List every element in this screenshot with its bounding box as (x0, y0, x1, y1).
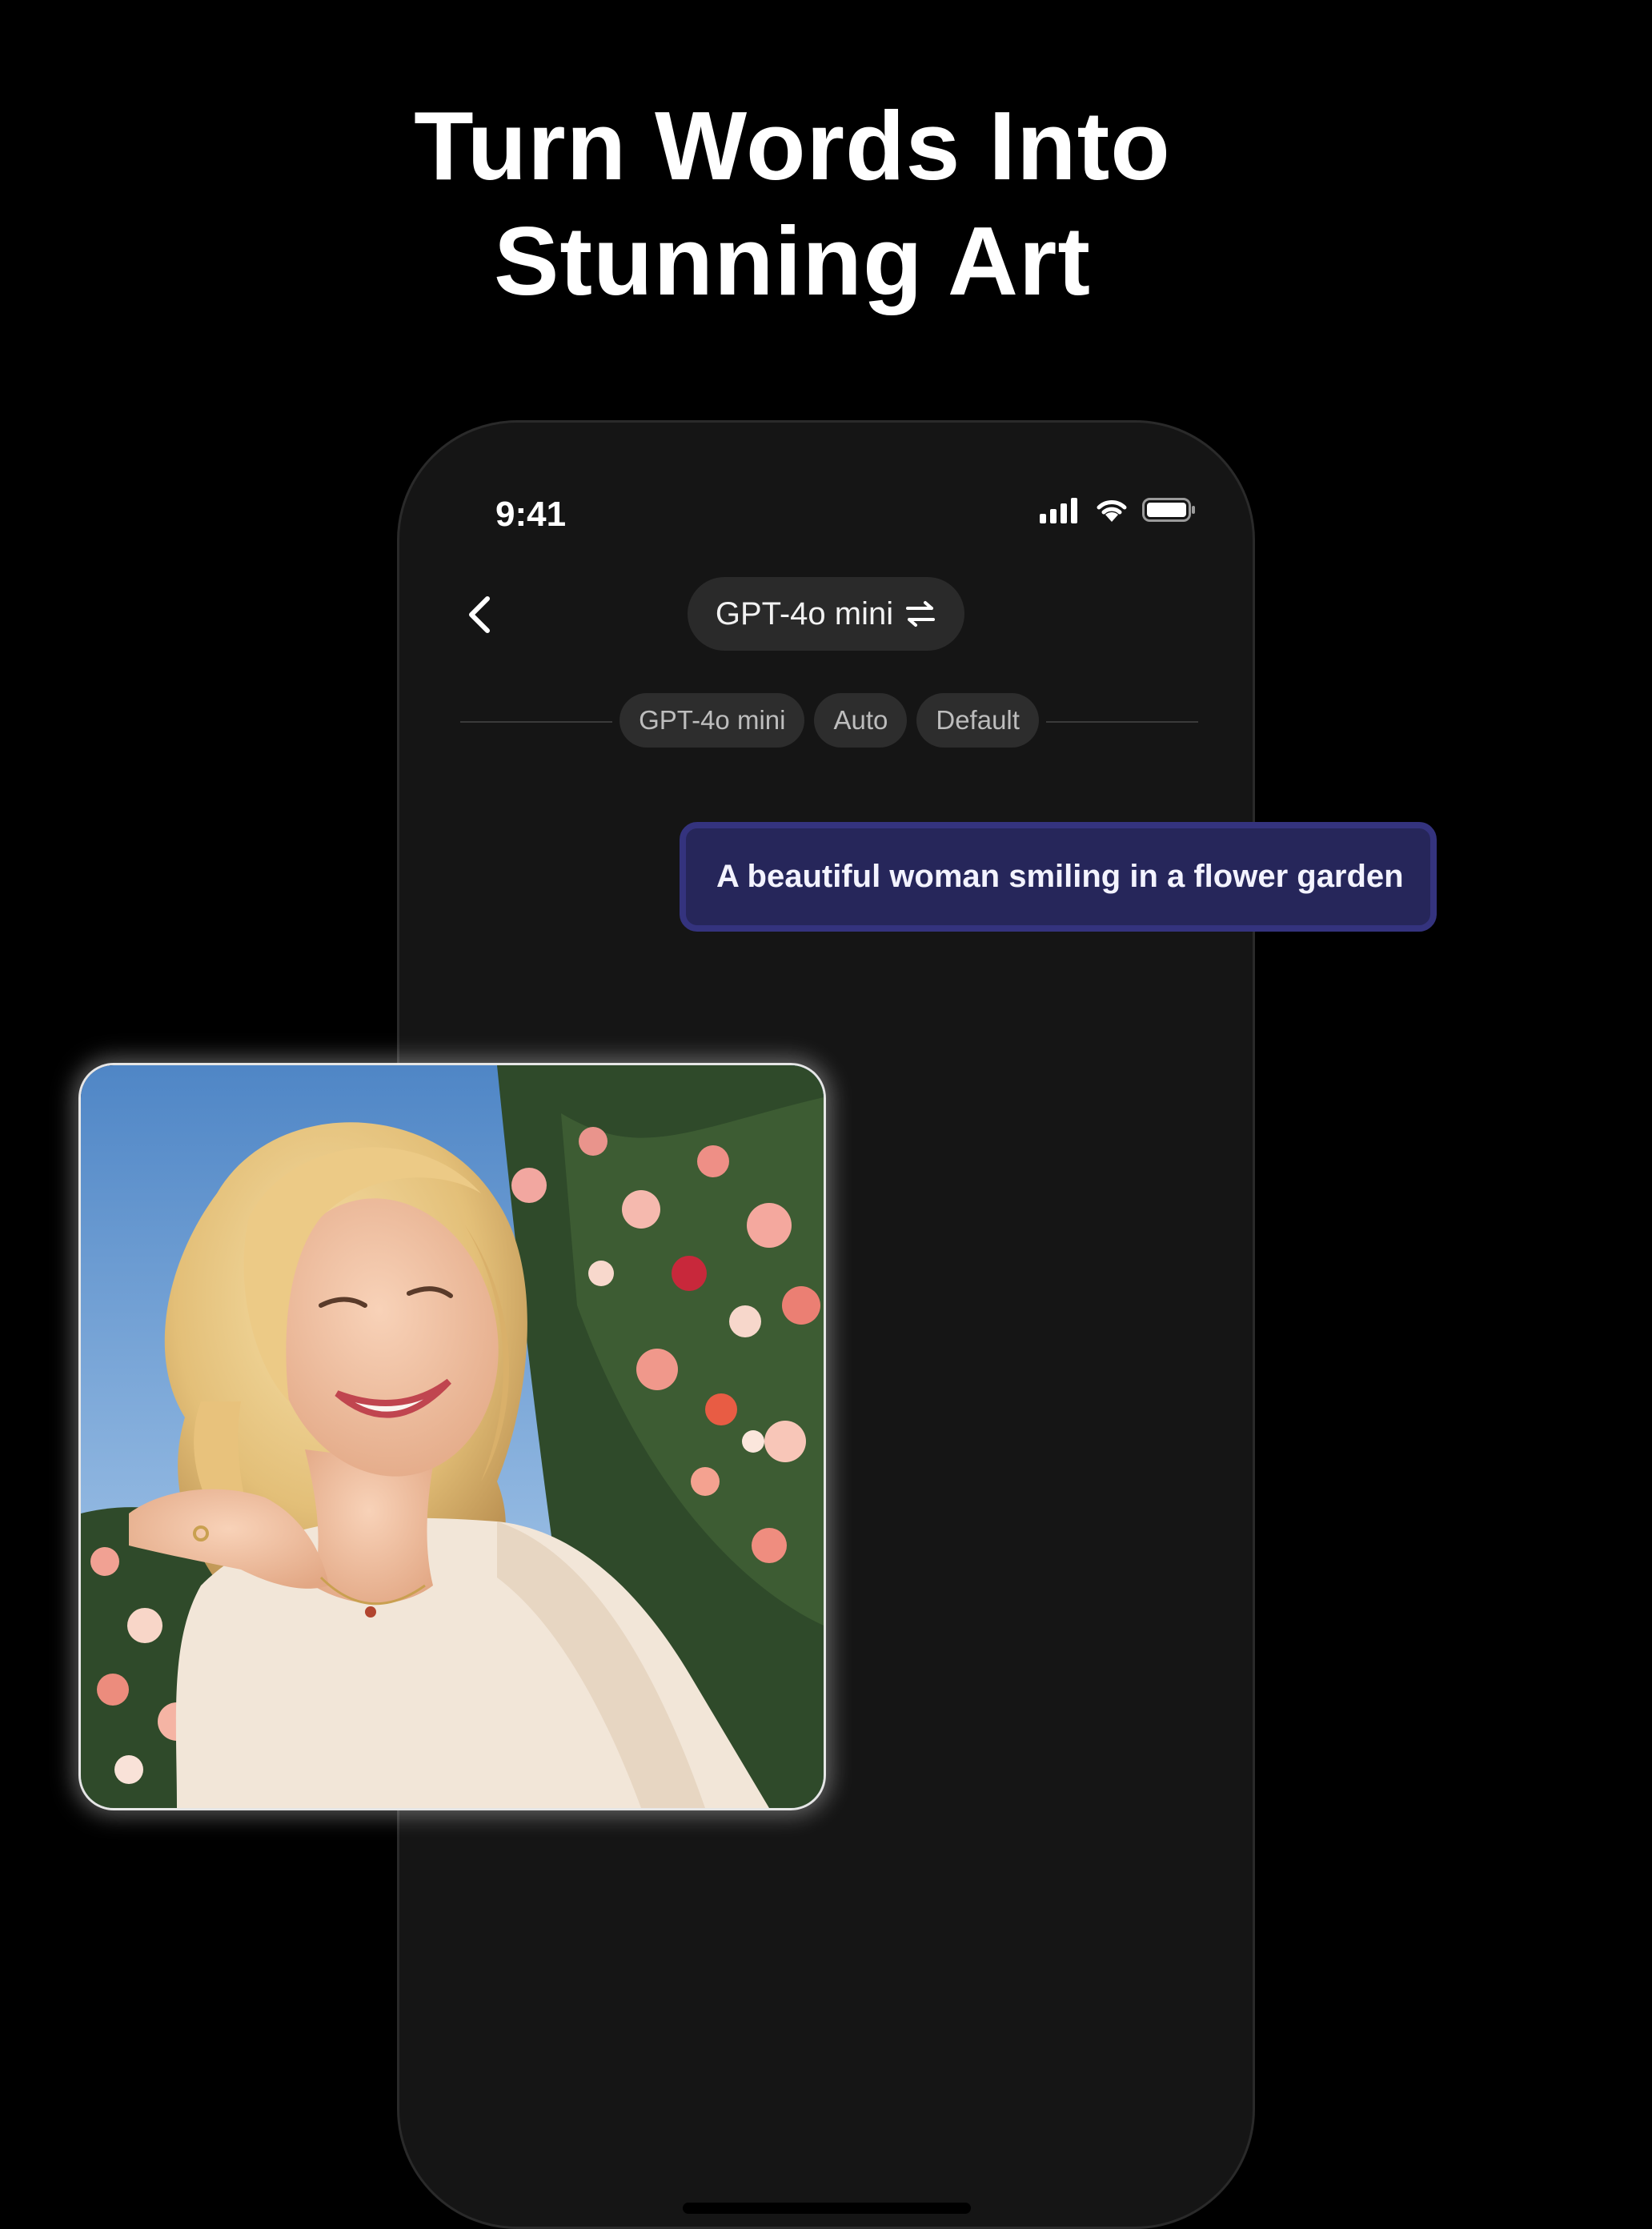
generated-image-card[interactable] (78, 1063, 826, 1810)
settings-tag-row: GPT-4o mini Auto Default (460, 693, 1198, 749)
model-selector-button[interactable]: GPT-4o mini (688, 577, 964, 651)
prompt-message: A beautiful woman smiling in a flower ga… (680, 822, 1437, 932)
model-selector-label: GPT-4o mini (715, 595, 894, 631)
settings-tags: GPT-4o mini Auto Default (460, 693, 1198, 748)
headline-line-2: Stunning Art (493, 206, 1092, 315)
status-icons (1040, 496, 1197, 523)
signal-icon (1040, 498, 1077, 523)
headline: Turn Words Into Stunning Art (0, 88, 1585, 319)
battery-icon (1142, 498, 1195, 522)
generated-portrait-image (81, 1065, 824, 1808)
tag-size[interactable]: Auto (814, 693, 908, 748)
tag-model[interactable]: GPT-4o mini (620, 693, 805, 748)
status-time: 9:41 (495, 495, 567, 534)
wifi-icon (1097, 500, 1127, 522)
chevron-left-icon (469, 596, 490, 633)
back-button[interactable] (457, 591, 505, 639)
headline-line-1: Turn Words Into (414, 91, 1171, 200)
prompt-text: A beautiful woman smiling in a flower ga… (716, 859, 1404, 894)
swap-arrows-icon (906, 601, 936, 627)
home-indicator (683, 2203, 971, 2214)
tag-style[interactable]: Default (916, 693, 1039, 748)
